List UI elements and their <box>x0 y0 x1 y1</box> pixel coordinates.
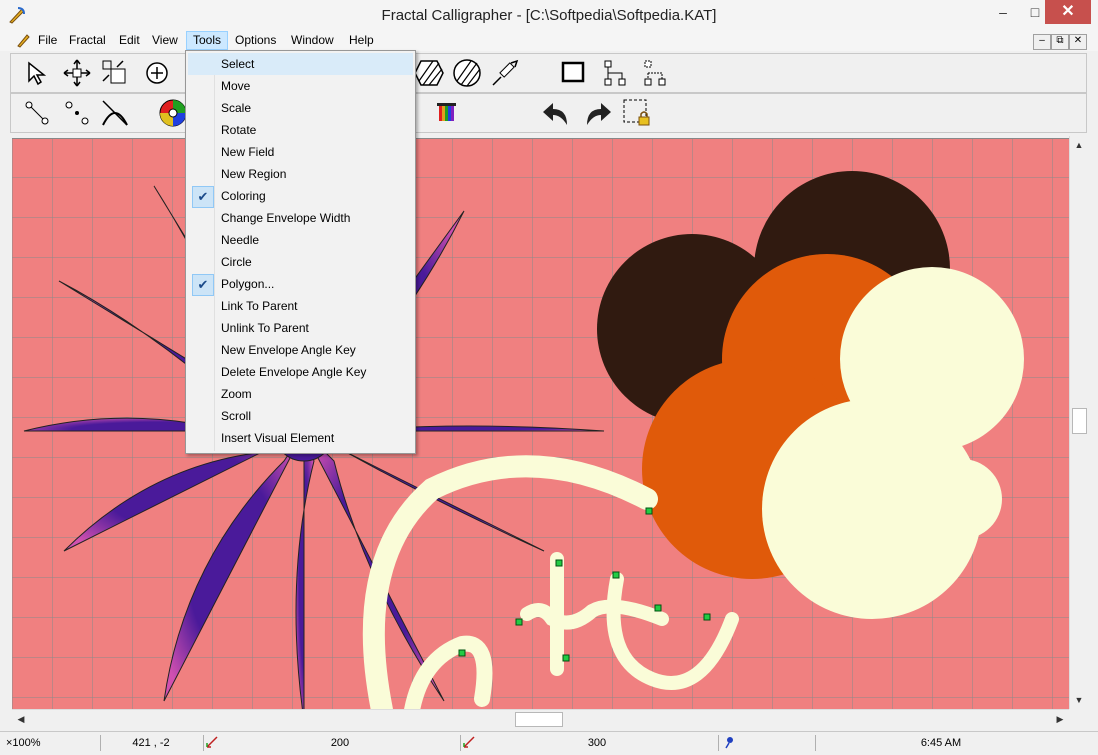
tools-menu-dropdown: Select Move Scale Rotate New Field New Region… <box>185 50 416 454</box>
tools-menu-item[interactable]: Rotate <box>188 119 413 141</box>
envelope-angle-icon[interactable] <box>99 97 131 129</box>
scroll-up-icon[interactable]: ▲ <box>1070 136 1088 154</box>
scroll-right-icon[interactable]: ▶ <box>1051 710 1069 728</box>
menu-window[interactable]: Window <box>285 32 340 49</box>
circle-hatch-icon[interactable] <box>451 57 483 89</box>
menu-view[interactable]: View <box>146 32 184 49</box>
document-icon[interactable] <box>16 33 31 48</box>
tools-menu-item[interactable]: Select <box>188 53 413 75</box>
tools-menu-item[interactable]: Move <box>188 75 413 97</box>
move-tool-icon[interactable] <box>61 57 93 89</box>
checkmark-icon: ✔ <box>192 186 214 208</box>
tree-unlink-icon[interactable] <box>639 57 671 89</box>
scale-tool-icon[interactable] <box>99 57 131 89</box>
vertical-scrollbar[interactable]: ▲ ▼ <box>1069 136 1088 709</box>
tools-menu-item[interactable]: Needle <box>188 229 413 251</box>
title-bar: Fractal Calligrapher - [C:\Softpedia\Sof… <box>0 0 1098 31</box>
tools-menu-item[interactable]: Delete Envelope Angle Key <box>188 361 413 383</box>
menu-tools[interactable]: Tools <box>186 31 229 50</box>
tools-menu-item[interactable]: Scale <box>188 97 413 119</box>
tools-menu-item-label: Link To Parent <box>221 299 298 313</box>
tools-menu-item-label: New Field <box>221 145 275 159</box>
toolbar-main <box>10 53 1087 93</box>
toolbar-secondary <box>10 93 1087 133</box>
tools-menu-item-label: Coloring <box>221 189 266 203</box>
tools-menu-item-label: Insert Visual Element <box>221 431 335 445</box>
tools-menu-item[interactable]: ✔ Polygon... <box>188 273 413 296</box>
tools-menu-item-label: Change Envelope Width <box>221 211 351 225</box>
menu-options[interactable]: Options <box>229 32 282 49</box>
clock: 6:45 AM <box>815 735 1066 751</box>
tools-menu-item-label: Select <box>221 57 255 71</box>
tools-menu-item-label: Rotate <box>221 123 257 137</box>
color-bars-icon[interactable] <box>433 97 465 129</box>
tools-menu-item-label: Needle <box>221 233 260 247</box>
cursor-coords: 421 , -2 <box>100 735 201 751</box>
status-bar: ×100% 421 , -2 200 300 6:45 AM <box>0 731 1098 755</box>
tools-menu-item-label: Move <box>221 79 251 93</box>
tools-menu-item-label: Scale <box>221 101 252 115</box>
mdi-minimize-button[interactable]: – <box>1033 34 1051 50</box>
tools-menu-item[interactable]: New Envelope Angle Key <box>188 339 413 361</box>
minimize-button[interactable]: – <box>986 0 1020 24</box>
window-title: Fractal Calligrapher - [C:\Softpedia\Sof… <box>381 7 717 24</box>
tools-menu-item[interactable]: Zoom <box>188 383 413 405</box>
menu-edit[interactable]: Edit <box>113 32 146 49</box>
menu-file[interactable]: File <box>32 32 63 49</box>
drawing-canvas[interactable] <box>12 138 1069 710</box>
tools-menu-item-label: Delete Envelope Angle Key <box>221 365 367 379</box>
zoom-level: ×100% <box>6 737 41 749</box>
select-arrow-icon[interactable] <box>21 57 53 89</box>
mdi-restore-button[interactable]: ⧉ <box>1051 34 1069 50</box>
value-field-1: 200 <box>330 737 350 749</box>
value-field-2: 300 <box>587 737 607 749</box>
needle-tool-icon[interactable] <box>489 57 521 89</box>
tools-menu-item-label: New Region <box>221 167 287 181</box>
tools-menu-item[interactable]: ✔ Coloring <box>188 185 413 208</box>
unlink-nodes-icon[interactable] <box>61 97 93 129</box>
tools-menu-item-label: Scroll <box>221 409 252 423</box>
menu-help[interactable]: Help <box>343 32 380 49</box>
menu-fractal[interactable]: Fractal <box>63 32 112 49</box>
angle-key-icon <box>203 735 220 751</box>
menu-bar: File Fractal Edit View Tools Options Win… <box>0 30 1098 51</box>
artwork <box>12 139 1069 710</box>
tools-menu-item[interactable]: Change Envelope Width <box>188 207 413 229</box>
checkmark-icon: ✔ <box>192 274 214 296</box>
tree-link-icon[interactable] <box>599 57 631 89</box>
tools-menu-item[interactable]: Circle <box>188 251 413 273</box>
horizontal-scroll-thumb[interactable] <box>515 712 563 727</box>
tools-menu-item[interactable]: Insert Visual Element <box>188 427 413 449</box>
tools-menu-item-label: Zoom <box>221 387 252 401</box>
mdi-close-button[interactable]: ✕ <box>1069 34 1087 50</box>
tools-menu-item-label: New Envelope Angle Key <box>221 343 356 357</box>
tools-menu-item[interactable]: New Region <box>188 163 413 185</box>
scroll-left-icon[interactable]: ◀ <box>12 710 30 728</box>
angle-key-icon-2 <box>460 735 477 751</box>
tools-menu-item[interactable]: New Field <box>188 141 413 163</box>
frame-tool-icon[interactable] <box>557 57 589 89</box>
tools-menu-item-label: Polygon... <box>221 277 275 291</box>
hatch-fill-icon[interactable] <box>413 57 445 89</box>
close-button[interactable]: ✕ <box>1045 0 1091 24</box>
tools-menu-item[interactable]: Link To Parent <box>188 295 413 317</box>
horizontal-scrollbar[interactable]: ◀ ▶ <box>12 709 1069 728</box>
tools-menu-item-label: Circle <box>221 255 252 269</box>
needle-status-icon <box>718 735 739 751</box>
link-nodes-icon[interactable] <box>21 97 53 129</box>
lock-selection-icon[interactable] <box>621 97 653 129</box>
rotate-tool-icon[interactable] <box>141 57 173 89</box>
tools-menu-item-label: Unlink To Parent <box>221 321 309 335</box>
tools-menu-item[interactable]: Unlink To Parent <box>188 317 413 339</box>
undo-icon[interactable] <box>541 97 573 129</box>
vertical-scroll-thumb[interactable] <box>1072 408 1087 434</box>
tools-menu-item[interactable]: Scroll <box>188 405 413 427</box>
redo-icon[interactable] <box>581 97 613 129</box>
scroll-down-icon[interactable]: ▼ <box>1070 691 1088 709</box>
